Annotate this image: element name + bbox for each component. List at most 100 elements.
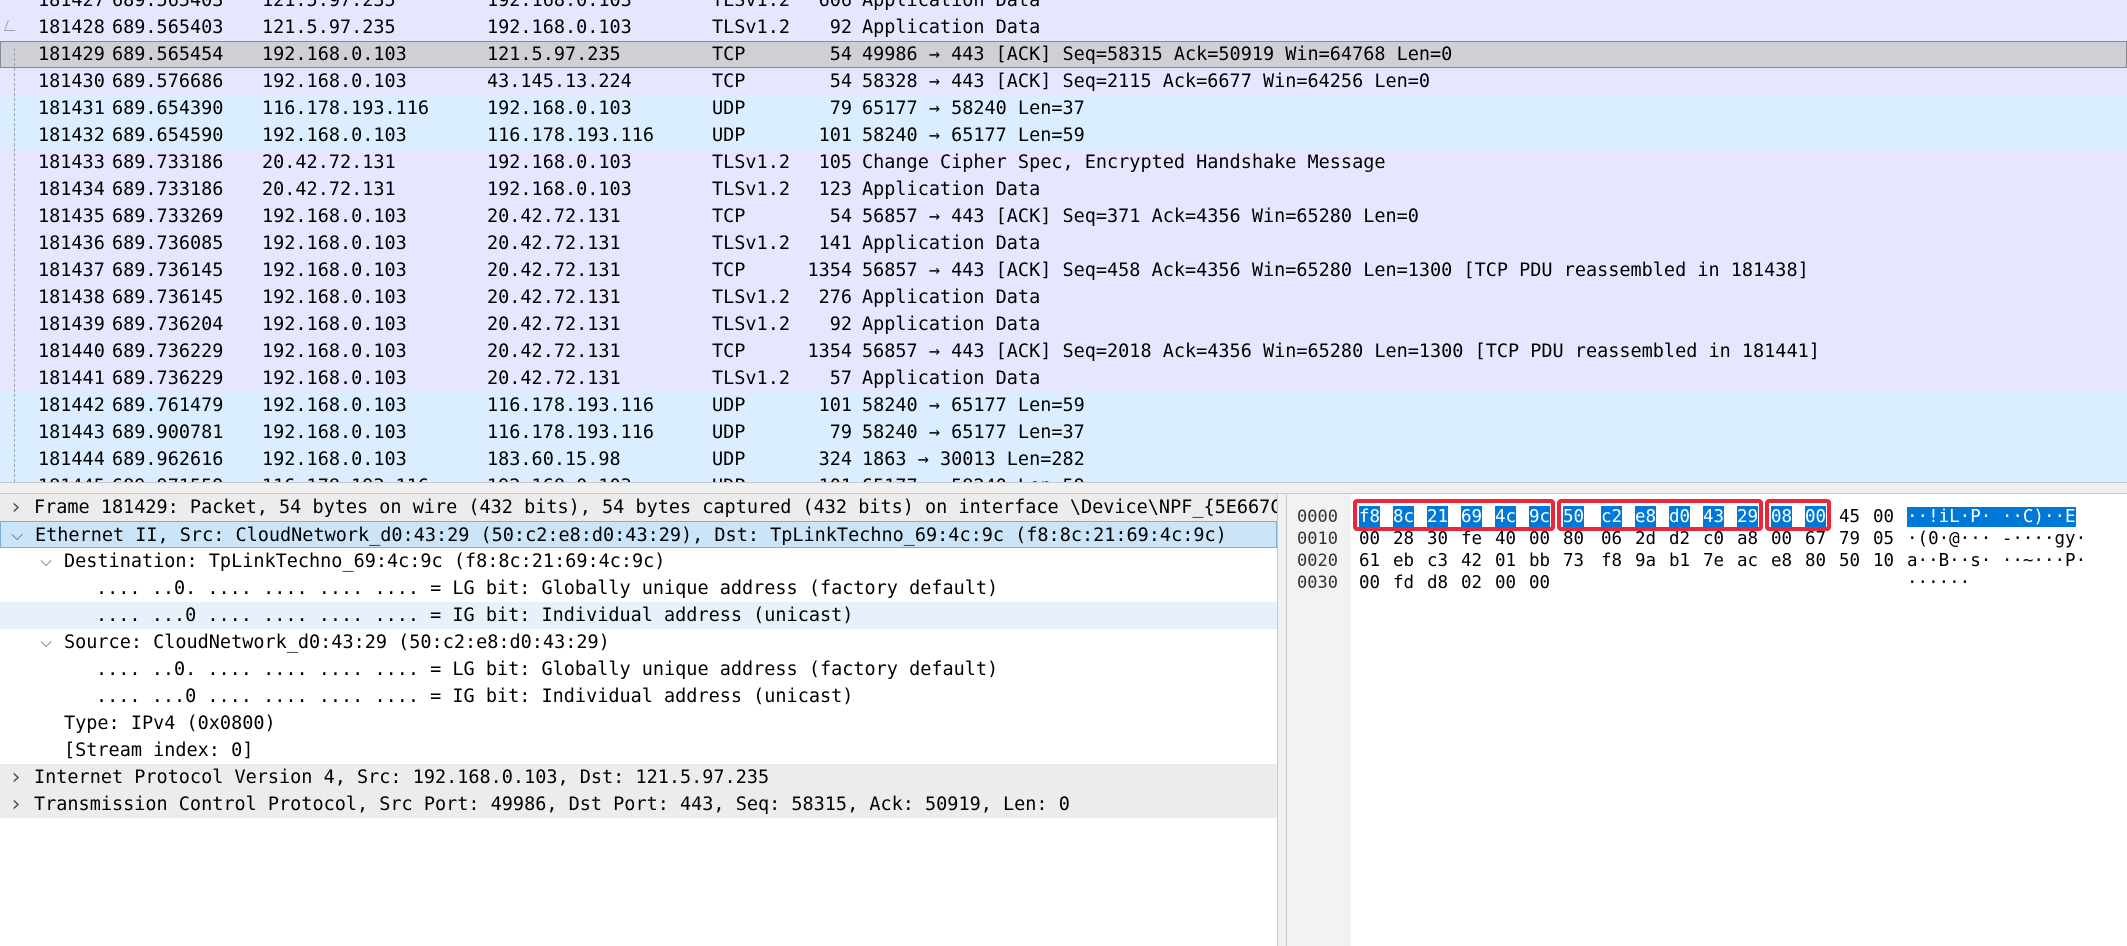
packet-row[interactable]: 181444 689.962616 192.168.0.103 183.60.15.9… bbox=[0, 446, 2127, 473]
packet-row[interactable]: 181430 689.576686 192.168.0.103 43.145.13.2… bbox=[0, 68, 2127, 95]
hex-byte[interactable]: 42 bbox=[1461, 550, 1482, 572]
hex-byte[interactable]: 00 bbox=[1771, 528, 1792, 550]
hex-byte[interactable]: 00 bbox=[1359, 572, 1380, 594]
packet-row[interactable]: 181439 689.736204 192.168.0.103 20.42.72.13… bbox=[0, 311, 2127, 338]
hex-byte[interactable]: 06 bbox=[1601, 528, 1622, 550]
hex-byte[interactable]: ac bbox=[1737, 550, 1758, 572]
packet-protocol: TCP bbox=[712, 206, 746, 227]
hex-byte[interactable]: 00 bbox=[1495, 572, 1516, 594]
detail-text: [Stream index: 0] bbox=[64, 740, 254, 761]
hex-byte[interactable]: b1 bbox=[1669, 550, 1690, 572]
hex-byte[interactable]: d2 bbox=[1669, 528, 1690, 550]
hex-byte[interactable]: 30 bbox=[1427, 528, 1448, 550]
packet-row[interactable]: 181440 689.736229 192.168.0.103 20.42.72.13… bbox=[0, 338, 2127, 365]
packet-source: 192.168.0.103 bbox=[262, 314, 407, 335]
hex-byte[interactable]: 50 bbox=[1839, 550, 1860, 572]
detail-row[interactable]: ⌵ Destination: TpLinkTechno_69:4c:9c (f8:… bbox=[0, 548, 1277, 575]
packet-details-pane[interactable]: › Frame 181429: Packet, 54 bytes on wire … bbox=[0, 494, 1277, 946]
packet-row[interactable]: 181433 689.733186 20.42.72.131 192.168.0.10… bbox=[0, 149, 2127, 176]
detail-row[interactable]: .... ...0 .... .... .... .... = IG bit: … bbox=[0, 683, 1277, 710]
hex-byte[interactable]: c3 bbox=[1427, 550, 1448, 572]
hex-byte[interactable]: 00 bbox=[1529, 528, 1550, 550]
detail-row[interactable]: Type: IPv4 (0x0800) bbox=[0, 710, 1277, 737]
hex-byte[interactable]: 80 bbox=[1805, 550, 1826, 572]
hex-byte[interactable]: 02 bbox=[1461, 572, 1482, 594]
detail-text: Type: IPv4 (0x0800) bbox=[64, 713, 276, 734]
hex-byte[interactable]: 00 bbox=[1873, 506, 1894, 528]
packet-row[interactable]: 181432 689.654590 192.168.0.103 116.178.193… bbox=[0, 122, 2127, 149]
hex-byte[interactable]: 28 bbox=[1393, 528, 1414, 550]
packet-row[interactable]: 181443 689.900781 192.168.0.103 116.178.193… bbox=[0, 419, 2127, 446]
hex-byte[interactable]: 01 bbox=[1495, 550, 1516, 572]
hex-line[interactable]: 00 fd d8 02 00 00 bbox=[1359, 572, 1919, 594]
detail-row[interactable]: ⌵ Ethernet II, Src: CloudNetwork_d0:43:29… bbox=[0, 521, 1277, 548]
hex-byte[interactable]: 10 bbox=[1873, 550, 1894, 572]
chevron-right-icon[interactable]: › bbox=[6, 494, 26, 521]
packet-row[interactable]: 181427 689.565403 121.5.97.235 192.168.0.10… bbox=[0, 0, 2127, 14]
ascii-line[interactable]: ······ bbox=[1907, 572, 1970, 594]
packet-protocol: TLSv1.2 bbox=[712, 314, 790, 335]
hex-byte[interactable]: 2d bbox=[1635, 528, 1656, 550]
chevron-down-icon[interactable]: ⌵ bbox=[7, 522, 27, 549]
hex-byte[interactable]: 7e bbox=[1703, 550, 1724, 572]
hex-byte[interactable]: 00 bbox=[1529, 572, 1550, 594]
hex-byte[interactable]: eb bbox=[1393, 550, 1414, 572]
hex-byte[interactable]: 00 bbox=[1359, 528, 1380, 550]
detail-row[interactable]: › Internet Protocol Version 4, Src: 192.1… bbox=[0, 764, 1277, 791]
hex-byte[interactable]: d8 bbox=[1427, 572, 1448, 594]
hex-byte[interactable]: 05 bbox=[1873, 528, 1894, 550]
detail-row[interactable]: [Stream index: 0] bbox=[0, 737, 1277, 764]
packet-destination: 20.42.72.131 bbox=[487, 260, 621, 281]
packet-protocol: TCP bbox=[712, 260, 746, 281]
ascii-line[interactable]: ·(0·@··· -····gy· bbox=[1907, 528, 2086, 550]
hex-byte[interactable]: e8 bbox=[1771, 550, 1792, 572]
packet-list[interactable]: 181427 689.565403 121.5.97.235 192.168.0.10… bbox=[0, 0, 2127, 482]
hex-byte[interactable]: 45 bbox=[1839, 506, 1860, 528]
hex-byte[interactable]: fe bbox=[1461, 528, 1482, 550]
hex-line[interactable]: 00 28 30 fe 40 00 80 06 2d d2 c0 a8 00 67 79 05 bbox=[1359, 528, 1919, 550]
packet-row[interactable]: 181436 689.736085 192.168.0.103 20.42.72.13… bbox=[0, 230, 2127, 257]
packet-time: 689.736145 bbox=[112, 287, 224, 308]
packet-row[interactable]: 181431 689.654390 116.178.193.116 192.168.0… bbox=[0, 95, 2127, 122]
detail-row[interactable]: .... ..0. .... .... .... .... = LG bit: … bbox=[0, 575, 1277, 602]
packet-row[interactable]: 181442 689.761479 192.168.0.103 116.178.193… bbox=[0, 392, 2127, 419]
hex-byte[interactable]: a8 bbox=[1737, 528, 1758, 550]
hex-byte[interactable]: 73 bbox=[1563, 550, 1584, 572]
chevron-right-icon[interactable]: › bbox=[6, 791, 26, 818]
hex-byte[interactable]: 40 bbox=[1495, 528, 1516, 550]
hex-byte[interactable]: 79 bbox=[1839, 528, 1860, 550]
hex-byte[interactable]: 61 bbox=[1359, 550, 1380, 572]
packet-row[interactable]: 181445 689.971559 116.178.193.116 192.168.0… bbox=[0, 473, 2127, 482]
detail-row[interactable]: › Frame 181429: Packet, 54 bytes on wire … bbox=[0, 494, 1277, 521]
chevron-down-icon[interactable]: ⌵ bbox=[36, 629, 56, 656]
pane-splitter-horizontal[interactable] bbox=[0, 482, 2127, 494]
chevron-down-icon[interactable]: ⌵ bbox=[36, 548, 56, 575]
detail-row[interactable]: › Transmission Control Protocol, Src Port… bbox=[0, 791, 1277, 818]
packet-row[interactable]: 181441 689.736229 192.168.0.103 20.42.72.13… bbox=[0, 365, 2127, 392]
packet-row[interactable]: 181435 689.733269 192.168.0.103 20.42.72.13… bbox=[0, 203, 2127, 230]
detail-row[interactable]: .... ...0 .... .... .... .... = IG bit: … bbox=[0, 602, 1277, 629]
hex-byte[interactable]: 9a bbox=[1635, 550, 1656, 572]
hex-byte[interactable]: 80 bbox=[1563, 528, 1584, 550]
detail-row[interactable]: ⌵ Source: CloudNetwork_d0:43:29 (50:c2:e8… bbox=[0, 629, 1277, 656]
packet-row[interactable]: 181429 689.565454 192.168.0.103 121.5.97.23… bbox=[0, 41, 2127, 68]
packet-bytes-pane[interactable]: 0000 0010 0020 0030 f8 8c 21 69 4c 9c 50 c2 e8 d0 43 2… bbox=[1287, 494, 2127, 946]
detail-row[interactable]: .... ..0. .... .... .... .... = LG bit: … bbox=[0, 656, 1277, 683]
hex-byte[interactable]: f8 bbox=[1601, 550, 1622, 572]
chevron-right-icon[interactable]: › bbox=[6, 764, 26, 791]
packet-length: 57 bbox=[829, 368, 852, 389]
hex-byte[interactable]: fd bbox=[1393, 572, 1414, 594]
pane-splitter-vertical[interactable] bbox=[1277, 494, 1287, 946]
packet-number: 181428 bbox=[38, 17, 105, 38]
hex-byte[interactable]: bb bbox=[1529, 550, 1550, 572]
packet-row[interactable]: 181437 689.736145 192.168.0.103 20.42.72.13… bbox=[0, 257, 2127, 284]
packet-row[interactable]: 181438 689.736145 192.168.0.103 20.42.72.13… bbox=[0, 284, 2127, 311]
packet-row[interactable]: 181434 689.733186 20.42.72.131 192.168.0.10… bbox=[0, 176, 2127, 203]
packet-row[interactable]: 181428 689.565403 121.5.97.235 192.168.0.10… bbox=[0, 14, 2127, 41]
hex-line[interactable]: 61 eb c3 42 01 bb 73 f8 9a b1 7e ac e8 80 50 10 bbox=[1359, 550, 1919, 572]
packet-destination: 20.42.72.131 bbox=[487, 314, 621, 335]
ascii-line[interactable]: a··B··s· ··~···P· bbox=[1907, 550, 2086, 572]
ascii-line[interactable]: ··!iL·P· ··C)··E bbox=[1907, 506, 2076, 528]
hex-byte[interactable]: c0 bbox=[1703, 528, 1724, 550]
hex-byte[interactable]: 67 bbox=[1805, 528, 1826, 550]
